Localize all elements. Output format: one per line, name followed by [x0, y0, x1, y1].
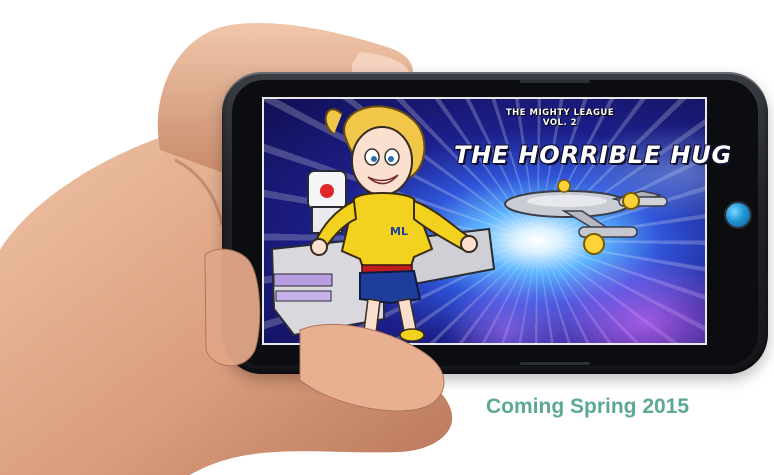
coming-soon-caption: Coming Spring 2015	[486, 395, 690, 418]
series-title: THE MIGHTY LEAGUE VOL. 2	[505, 108, 615, 128]
volume-label: VOL. 2	[542, 118, 578, 128]
promo-image: ML THE MIGHTY LEAGUE VOL. 2 THE HORRIBLE…	[0, 0, 774, 475]
series-name: THE MIGHTY LEAGUE	[505, 108, 615, 118]
shirt-emblem: ML	[390, 225, 408, 238]
phone-speaker-bottom	[520, 362, 590, 365]
phone-speaker-top	[520, 80, 590, 83]
hero-girl-illustration	[270, 105, 496, 343]
phone-home-button[interactable]	[724, 201, 752, 229]
book-title: THE HORRIBLE HUG	[454, 141, 732, 169]
phone-screen: ML	[262, 97, 707, 345]
